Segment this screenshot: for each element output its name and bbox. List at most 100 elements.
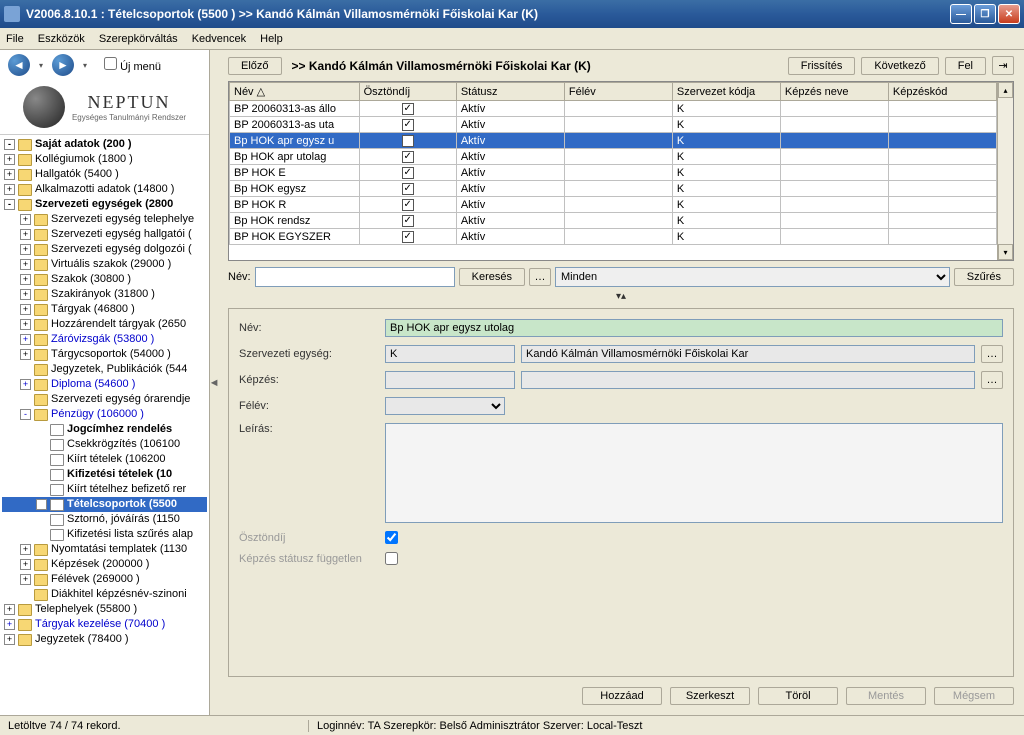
- tree-toggle[interactable]: +: [20, 319, 31, 330]
- table-row[interactable]: BP HOK R✓AktívK: [230, 197, 997, 213]
- tree-item[interactable]: +Kollégiumok (1800 ): [2, 152, 207, 167]
- tree-item[interactable]: Kifizetési lista szűrés alap: [2, 527, 207, 542]
- tree-item[interactable]: +Telephelyek (55800 ): [2, 602, 207, 617]
- nav-forward-menu[interactable]: ▾: [80, 60, 90, 70]
- tree-toggle[interactable]: +: [20, 244, 31, 255]
- close-button[interactable]: ✕: [998, 4, 1020, 24]
- table-row[interactable]: Bp HOK apr egysz u✓AktívK: [230, 133, 997, 149]
- leiras-textarea[interactable]: [385, 423, 1003, 523]
- tree-item[interactable]: +Alkalmazotti adatok (14800 ): [2, 182, 207, 197]
- grid-header[interactable]: Szervezet kódja: [672, 83, 780, 101]
- szerkeszt-button[interactable]: Szerkeszt: [670, 687, 750, 705]
- prev-button[interactable]: Előző: [228, 57, 282, 75]
- tree-toggle[interactable]: +: [36, 499, 47, 510]
- table-row[interactable]: BP 20060313-as uta✓AktívK: [230, 117, 997, 133]
- tree-item[interactable]: Jegyzetek, Publikációk (544: [2, 362, 207, 377]
- search-more-button[interactable]: …: [529, 268, 551, 286]
- tree-toggle[interactable]: +: [20, 349, 31, 360]
- grid-header[interactable]: Félév: [564, 83, 672, 101]
- tree-item[interactable]: +Jegyzetek (78400 ): [2, 632, 207, 647]
- osztondij-checkbox[interactable]: [385, 531, 398, 544]
- tree-item[interactable]: +Virtuális szakok (29000 ): [2, 257, 207, 272]
- pin-button[interactable]: ⇥: [992, 56, 1014, 75]
- tree-item[interactable]: -Saját adatok (200 ): [2, 137, 207, 152]
- nav-forward-button[interactable]: ►: [52, 54, 74, 76]
- scroll-up-icon[interactable]: ▴: [998, 82, 1013, 98]
- kepzes-code-input[interactable]: [385, 371, 515, 389]
- tree-item[interactable]: Jogcímhez rendelés: [2, 422, 207, 437]
- nav-back-menu[interactable]: ▾: [36, 60, 46, 70]
- tree-item[interactable]: +Szervezeti egység telephelye: [2, 212, 207, 227]
- tree-item[interactable]: +Szakirányok (31800 ): [2, 287, 207, 302]
- tree-toggle[interactable]: +: [20, 289, 31, 300]
- tree-toggle[interactable]: +: [20, 229, 31, 240]
- tree-toggle[interactable]: +: [20, 559, 31, 570]
- tree-item[interactable]: -Szervezeti egységek (2800: [2, 197, 207, 212]
- tree-item[interactable]: +Szakok (30800 ): [2, 272, 207, 287]
- tree-item[interactable]: +Tárgycsoportok (54000 ): [2, 347, 207, 362]
- tree-item[interactable]: Kiírt tételek (106200: [2, 452, 207, 467]
- tree-item[interactable]: Kifizetési tételek (10: [2, 467, 207, 482]
- menu-help[interactable]: Help: [260, 33, 283, 45]
- menu-file[interactable]: File: [6, 33, 24, 45]
- tree-toggle[interactable]: +: [20, 334, 31, 345]
- kepzes-name-input[interactable]: [521, 371, 975, 389]
- tree-item[interactable]: +Szervezeti egység hallgatói (: [2, 227, 207, 242]
- grid-header[interactable]: Ösztöndíj: [359, 83, 456, 101]
- search-input[interactable]: [255, 267, 455, 287]
- filter-select[interactable]: Minden: [555, 267, 950, 287]
- grid-header[interactable]: Képzés neve: [780, 83, 888, 101]
- torol-button[interactable]: Töröl: [758, 687, 838, 705]
- felev-select[interactable]: [385, 397, 505, 415]
- table-row[interactable]: BP 20060313-as állo✓AktívK: [230, 101, 997, 117]
- tree-toggle[interactable]: +: [4, 169, 15, 180]
- grid-scrollbar[interactable]: ▴ ▾: [997, 82, 1013, 260]
- tree-item[interactable]: +Tételcsoportok (5500: [2, 497, 207, 512]
- tree-view[interactable]: -Saját adatok (200 )+Kollégiumok (1800 )…: [0, 134, 209, 715]
- menu-szerepkorvaltas[interactable]: Szerepkörváltás: [99, 33, 178, 45]
- menu-eszkozok[interactable]: Eszközök: [38, 33, 85, 45]
- tree-toggle[interactable]: +: [20, 274, 31, 285]
- tree-toggle[interactable]: -: [4, 199, 15, 210]
- tree-toggle[interactable]: +: [20, 304, 31, 315]
- statusz-checkbox[interactable]: [385, 552, 398, 565]
- tree-item[interactable]: +Félévek (269000 ): [2, 572, 207, 587]
- tree-toggle[interactable]: +: [4, 634, 15, 645]
- splitter-vertical[interactable]: ◄: [210, 50, 218, 715]
- tree-toggle[interactable]: -: [20, 409, 31, 420]
- menu-kedvencek[interactable]: Kedvencek: [192, 33, 246, 45]
- up-button[interactable]: Fel: [945, 57, 986, 75]
- tree-toggle[interactable]: +: [4, 154, 15, 165]
- tree-item[interactable]: +Hozzárendelt tárgyak (2650: [2, 317, 207, 332]
- splitter-horizontal[interactable]: ▾▴: [218, 291, 1024, 302]
- table-row[interactable]: Bp HOK apr utolag✓AktívK: [230, 149, 997, 165]
- ujmenu-wrap[interactable]: Új menü: [104, 57, 161, 73]
- ujmenu-checkbox[interactable]: [104, 57, 117, 70]
- tree-item[interactable]: -Pénzügy (106000 ): [2, 407, 207, 422]
- tree-item[interactable]: +Diploma (54600 ): [2, 377, 207, 392]
- grid-header[interactable]: Képzéskód: [888, 83, 996, 101]
- tree-item[interactable]: Kiírt tételhez befizető rer: [2, 482, 207, 497]
- scroll-down-icon[interactable]: ▾: [998, 244, 1013, 260]
- tree-toggle[interactable]: +: [20, 574, 31, 585]
- search-button[interactable]: Keresés: [459, 268, 525, 286]
- maximize-button[interactable]: ❐: [974, 4, 996, 24]
- hozzaad-button[interactable]: Hozzáad: [582, 687, 662, 705]
- tree-item[interactable]: Szervezeti egység órarendje: [2, 392, 207, 407]
- table-row[interactable]: Bp HOK rendsz✓AktívK: [230, 213, 997, 229]
- next-button[interactable]: Következő: [861, 57, 938, 75]
- szerv-code-input[interactable]: [385, 345, 515, 363]
- tree-toggle[interactable]: +: [20, 544, 31, 555]
- tree-item[interactable]: Diákhitel képzésnév-szinoni: [2, 587, 207, 602]
- tree-item[interactable]: +Képzések (200000 ): [2, 557, 207, 572]
- grid-header[interactable]: Státusz: [456, 83, 564, 101]
- tree-item[interactable]: +Tárgyak (46800 ): [2, 302, 207, 317]
- table-row[interactable]: Bp HOK egysz✓AktívK: [230, 181, 997, 197]
- tree-item[interactable]: Sztornó, jóváírás (1150: [2, 512, 207, 527]
- szerv-name-input[interactable]: [521, 345, 975, 363]
- tree-item[interactable]: +Hallgatók (5400 ): [2, 167, 207, 182]
- tree-toggle[interactable]: +: [20, 259, 31, 270]
- tree-toggle[interactable]: +: [4, 619, 15, 630]
- tree-item[interactable]: +Záróvizsgák (53800 ): [2, 332, 207, 347]
- table-row[interactable]: BP HOK E✓AktívK: [230, 165, 997, 181]
